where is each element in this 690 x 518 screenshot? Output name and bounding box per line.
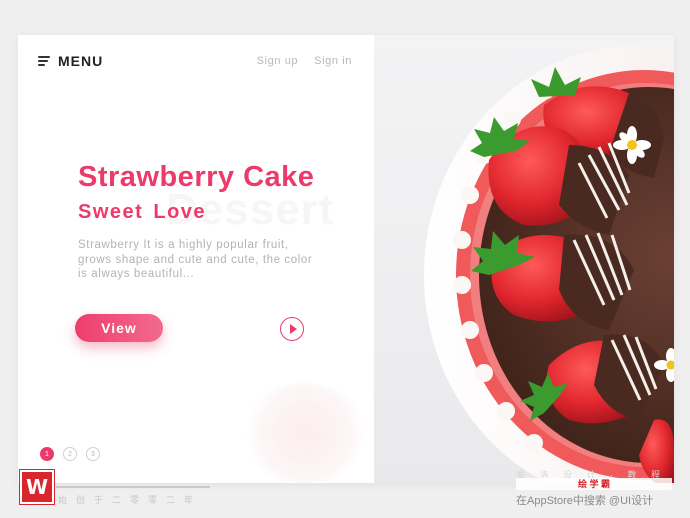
pagination: 1 2 3 (40, 447, 100, 461)
content-panel: MENU Sign up Sign in Dessert Strawberry … (18, 35, 374, 483)
watermark-logo: W (19, 469, 55, 505)
page-dot-2[interactable]: 2 (63, 447, 77, 461)
landing-card: MENU Sign up Sign in Dessert Strawberry … (18, 35, 674, 483)
watermark-right-line2: 绘 学 霸 (516, 478, 672, 490)
watermark-bar (56, 486, 210, 488)
auth-links: Sign up Sign in (257, 55, 352, 67)
watermark-right-line3: 在AppStore中搜索 @UI设计 (516, 495, 654, 507)
menu-label: MENU (58, 53, 104, 69)
play-button[interactable] (280, 317, 304, 341)
faded-cake-decoration (240, 383, 370, 483)
play-icon (289, 324, 297, 334)
sign-up-link[interactable]: Sign up (257, 55, 299, 67)
hamburger-menu-icon (38, 56, 50, 66)
sign-in-link[interactable]: Sign in (314, 55, 352, 67)
hero-description: Strawberry It is a highly popular fruit,… (78, 239, 313, 280)
watermark-text: 始创于二零零二年 (58, 495, 203, 505)
hero-subtitle: Sweet Love (78, 201, 207, 223)
page-dot-3[interactable]: 3 (86, 447, 100, 461)
strawberry-cake-illustration (424, 45, 674, 483)
hero-title: Strawberry Cake (78, 161, 315, 193)
view-button[interactable]: View (75, 314, 163, 342)
cake-photo (374, 35, 674, 483)
menu-button[interactable]: MENU (38, 53, 103, 69)
page-dot-1[interactable]: 1 (40, 447, 54, 461)
